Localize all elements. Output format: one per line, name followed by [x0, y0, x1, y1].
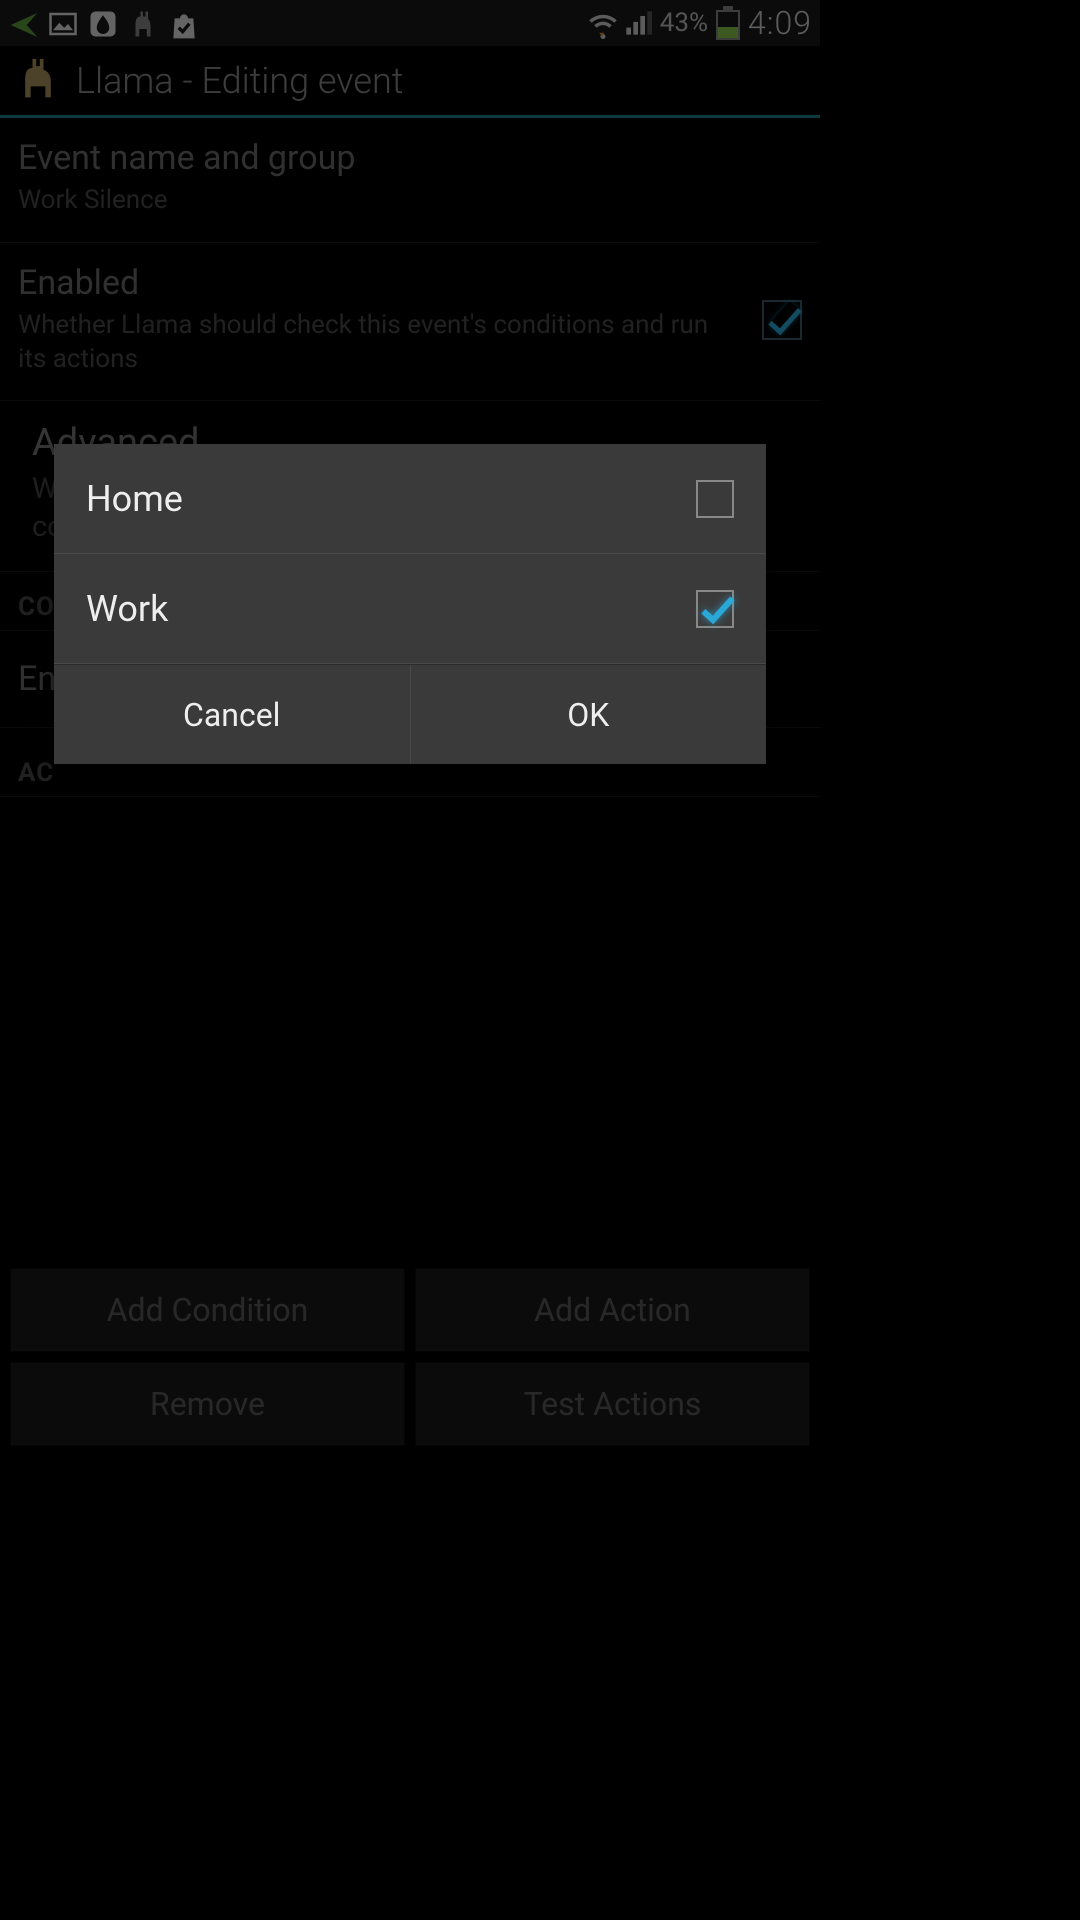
- dialog-item-work[interactable]: Work: [54, 554, 766, 664]
- ok-button[interactable]: OK: [411, 665, 767, 764]
- dialog-actions: Cancel OK: [54, 664, 766, 764]
- dialog-checkbox-home[interactable]: [696, 480, 734, 518]
- check-icon: [701, 589, 734, 623]
- dialog-item-label: Home: [86, 478, 183, 520]
- cancel-button[interactable]: Cancel: [54, 665, 411, 764]
- dialog-item-label: Work: [86, 588, 168, 630]
- area-picker-dialog: Home Work Cancel OK: [54, 444, 766, 764]
- dialog-item-home[interactable]: Home: [54, 444, 766, 554]
- dialog-checkbox-work[interactable]: [696, 590, 734, 628]
